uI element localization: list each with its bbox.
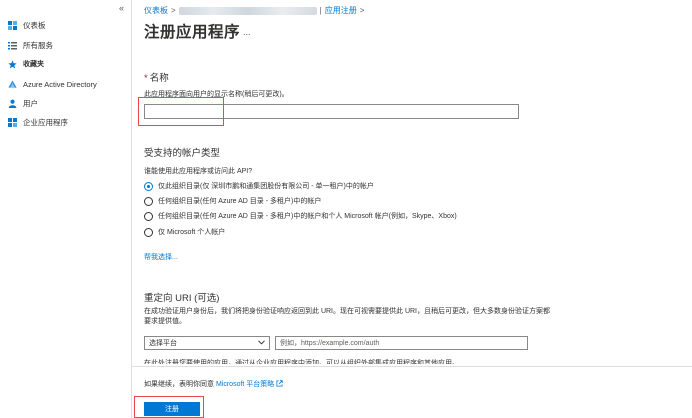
- sidebar-item-label: 所有服务: [23, 40, 53, 50]
- truncated-info-text: 在此处注册您要使用的应用，通过从企业应用程序中添加。可以从组织外部集成应用程序和…: [144, 360, 459, 364]
- main-content: 仪表板 > | 应用注册 > 注册应用程序 ... * 名称 此应用程序面向用户的显示名称…: [132, 0, 692, 418]
- name-label-text: 名称: [149, 73, 169, 84]
- enterprise-apps-icon: [8, 117, 17, 127]
- sidebar-item-all-services[interactable]: 所有服务: [0, 36, 131, 54]
- azure-ad-icon: [8, 79, 17, 89]
- external-link-icon: [276, 380, 283, 388]
- policy-prefix: 如果继续，表明你同意: [144, 381, 216, 388]
- user-icon: [8, 99, 17, 108]
- sidebar-item-users[interactable]: 用户: [0, 94, 131, 112]
- collapse-sidebar-button[interactable]: «: [119, 3, 124, 13]
- sidebar-item-dashboard[interactable]: 仪表板: [0, 16, 131, 34]
- sidebar-item-azure-ad[interactable]: Azure Active Directory: [0, 75, 131, 93]
- required-mark: *: [144, 73, 148, 84]
- list-icon: [8, 41, 17, 50]
- redirect-uri-input[interactable]: 例如，https://example.com/auth: [275, 336, 528, 350]
- breadcrumb-blurred-segment: [178, 6, 317, 15]
- policy-notice: 如果继续，表明你同意 Microsoft 平台策略: [144, 379, 283, 389]
- breadcrumb-separator: >: [171, 6, 176, 15]
- redirect-uri-label: 重定向 URI (可选): [144, 293, 220, 304]
- radio-selected[interactable]: [144, 181, 153, 191]
- sidebar-item-favorites: 收藏夹: [0, 55, 131, 73]
- dashboard-icon: [8, 20, 17, 30]
- redirect-uri-desc: 在成功验证用户身份后，我们将把身份验证响应返回到此 URI。现在可视需要提供此 …: [144, 308, 550, 325]
- sidebar-item-label: 仪表板: [23, 20, 46, 30]
- app-root: « 仪表板 所有服务 收藏夹 Azure Active Directory 用户…: [0, 0, 692, 418]
- highlight-box-register: [134, 396, 204, 418]
- policy-link[interactable]: Microsoft 平台策略: [216, 381, 274, 388]
- breadcrumb-separator: >: [359, 6, 365, 15]
- account-option-personal-only[interactable]: 仅 Microsoft 个人帐户: [144, 227, 225, 237]
- breadcrumb: 仪表板 > | 应用注册 >: [144, 5, 367, 16]
- account-type-label: 受支持的帐户类型: [144, 148, 221, 159]
- platform-select[interactable]: 选择平台: [144, 336, 270, 350]
- account-option-label: 任何组织目录(任何 Azure AD 目录 - 多租户)中的帐户: [158, 198, 322, 205]
- redirect-uri-placeholder: 例如，https://example.com/auth: [280, 340, 380, 347]
- platform-select-value: 选择平台: [149, 340, 177, 347]
- breadcrumb-home-link[interactable]: 仪表板: [144, 6, 168, 15]
- page-title: 注册应用程序: [144, 24, 241, 41]
- account-option-label: 任何组织目录(任何 Azure AD 目录 - 多租户)中的帐户和个人 Micr…: [158, 213, 457, 220]
- highlight-box-name: [138, 97, 224, 126]
- more-options-button[interactable]: ...: [243, 27, 251, 37]
- name-label: * 名称: [144, 70, 169, 84]
- sidebar-item-label: 企业应用程序: [23, 117, 68, 127]
- breadcrumb-current-link[interactable]: 应用注册: [325, 6, 357, 15]
- chevron-down-icon: [258, 339, 265, 347]
- account-option-label: 仅此组织目录(仅 深圳市鹏和通集团股份有限公司 - 单一租户)中的帐户: [158, 183, 374, 190]
- account-option-multi-tenant[interactable]: 任何组织目录(任何 Azure AD 目录 - 多租户)中的帐户: [144, 196, 321, 206]
- account-option-single-tenant[interactable]: 仅此组织目录(仅 深圳市鹏和通集团股份有限公司 - 单一租户)中的帐户: [144, 181, 374, 191]
- radio-unselected[interactable]: [144, 196, 153, 206]
- sidebar-item-label: 用户: [23, 98, 38, 108]
- breadcrumb-divider: |: [319, 6, 322, 15]
- account-type-question: 谁能使用此应用程序或访问此 API?: [144, 168, 253, 175]
- sidebar-item-label: Azure Active Directory: [23, 79, 97, 89]
- footer-bar: 如果继续，表明你同意 Microsoft 平台策略 注册: [132, 366, 692, 418]
- sidebar-item-enterprise-apps[interactable]: 企业应用程序: [0, 113, 131, 131]
- star-icon: [8, 59, 17, 69]
- help-me-choose-link[interactable]: 帮我选择...: [144, 252, 178, 262]
- sidebar-item-label: 收藏夹: [23, 61, 44, 68]
- radio-unselected[interactable]: [144, 227, 153, 237]
- account-option-multi-tenant-personal[interactable]: 任何组织目录(任何 Azure AD 目录 - 多租户)中的帐户和个人 Micr…: [144, 211, 457, 221]
- sidebar: « 仪表板 所有服务 收藏夹 Azure Active Directory 用户…: [0, 0, 132, 418]
- account-option-label: 仅 Microsoft 个人帐户: [158, 229, 226, 236]
- radio-unselected[interactable]: [144, 211, 153, 221]
